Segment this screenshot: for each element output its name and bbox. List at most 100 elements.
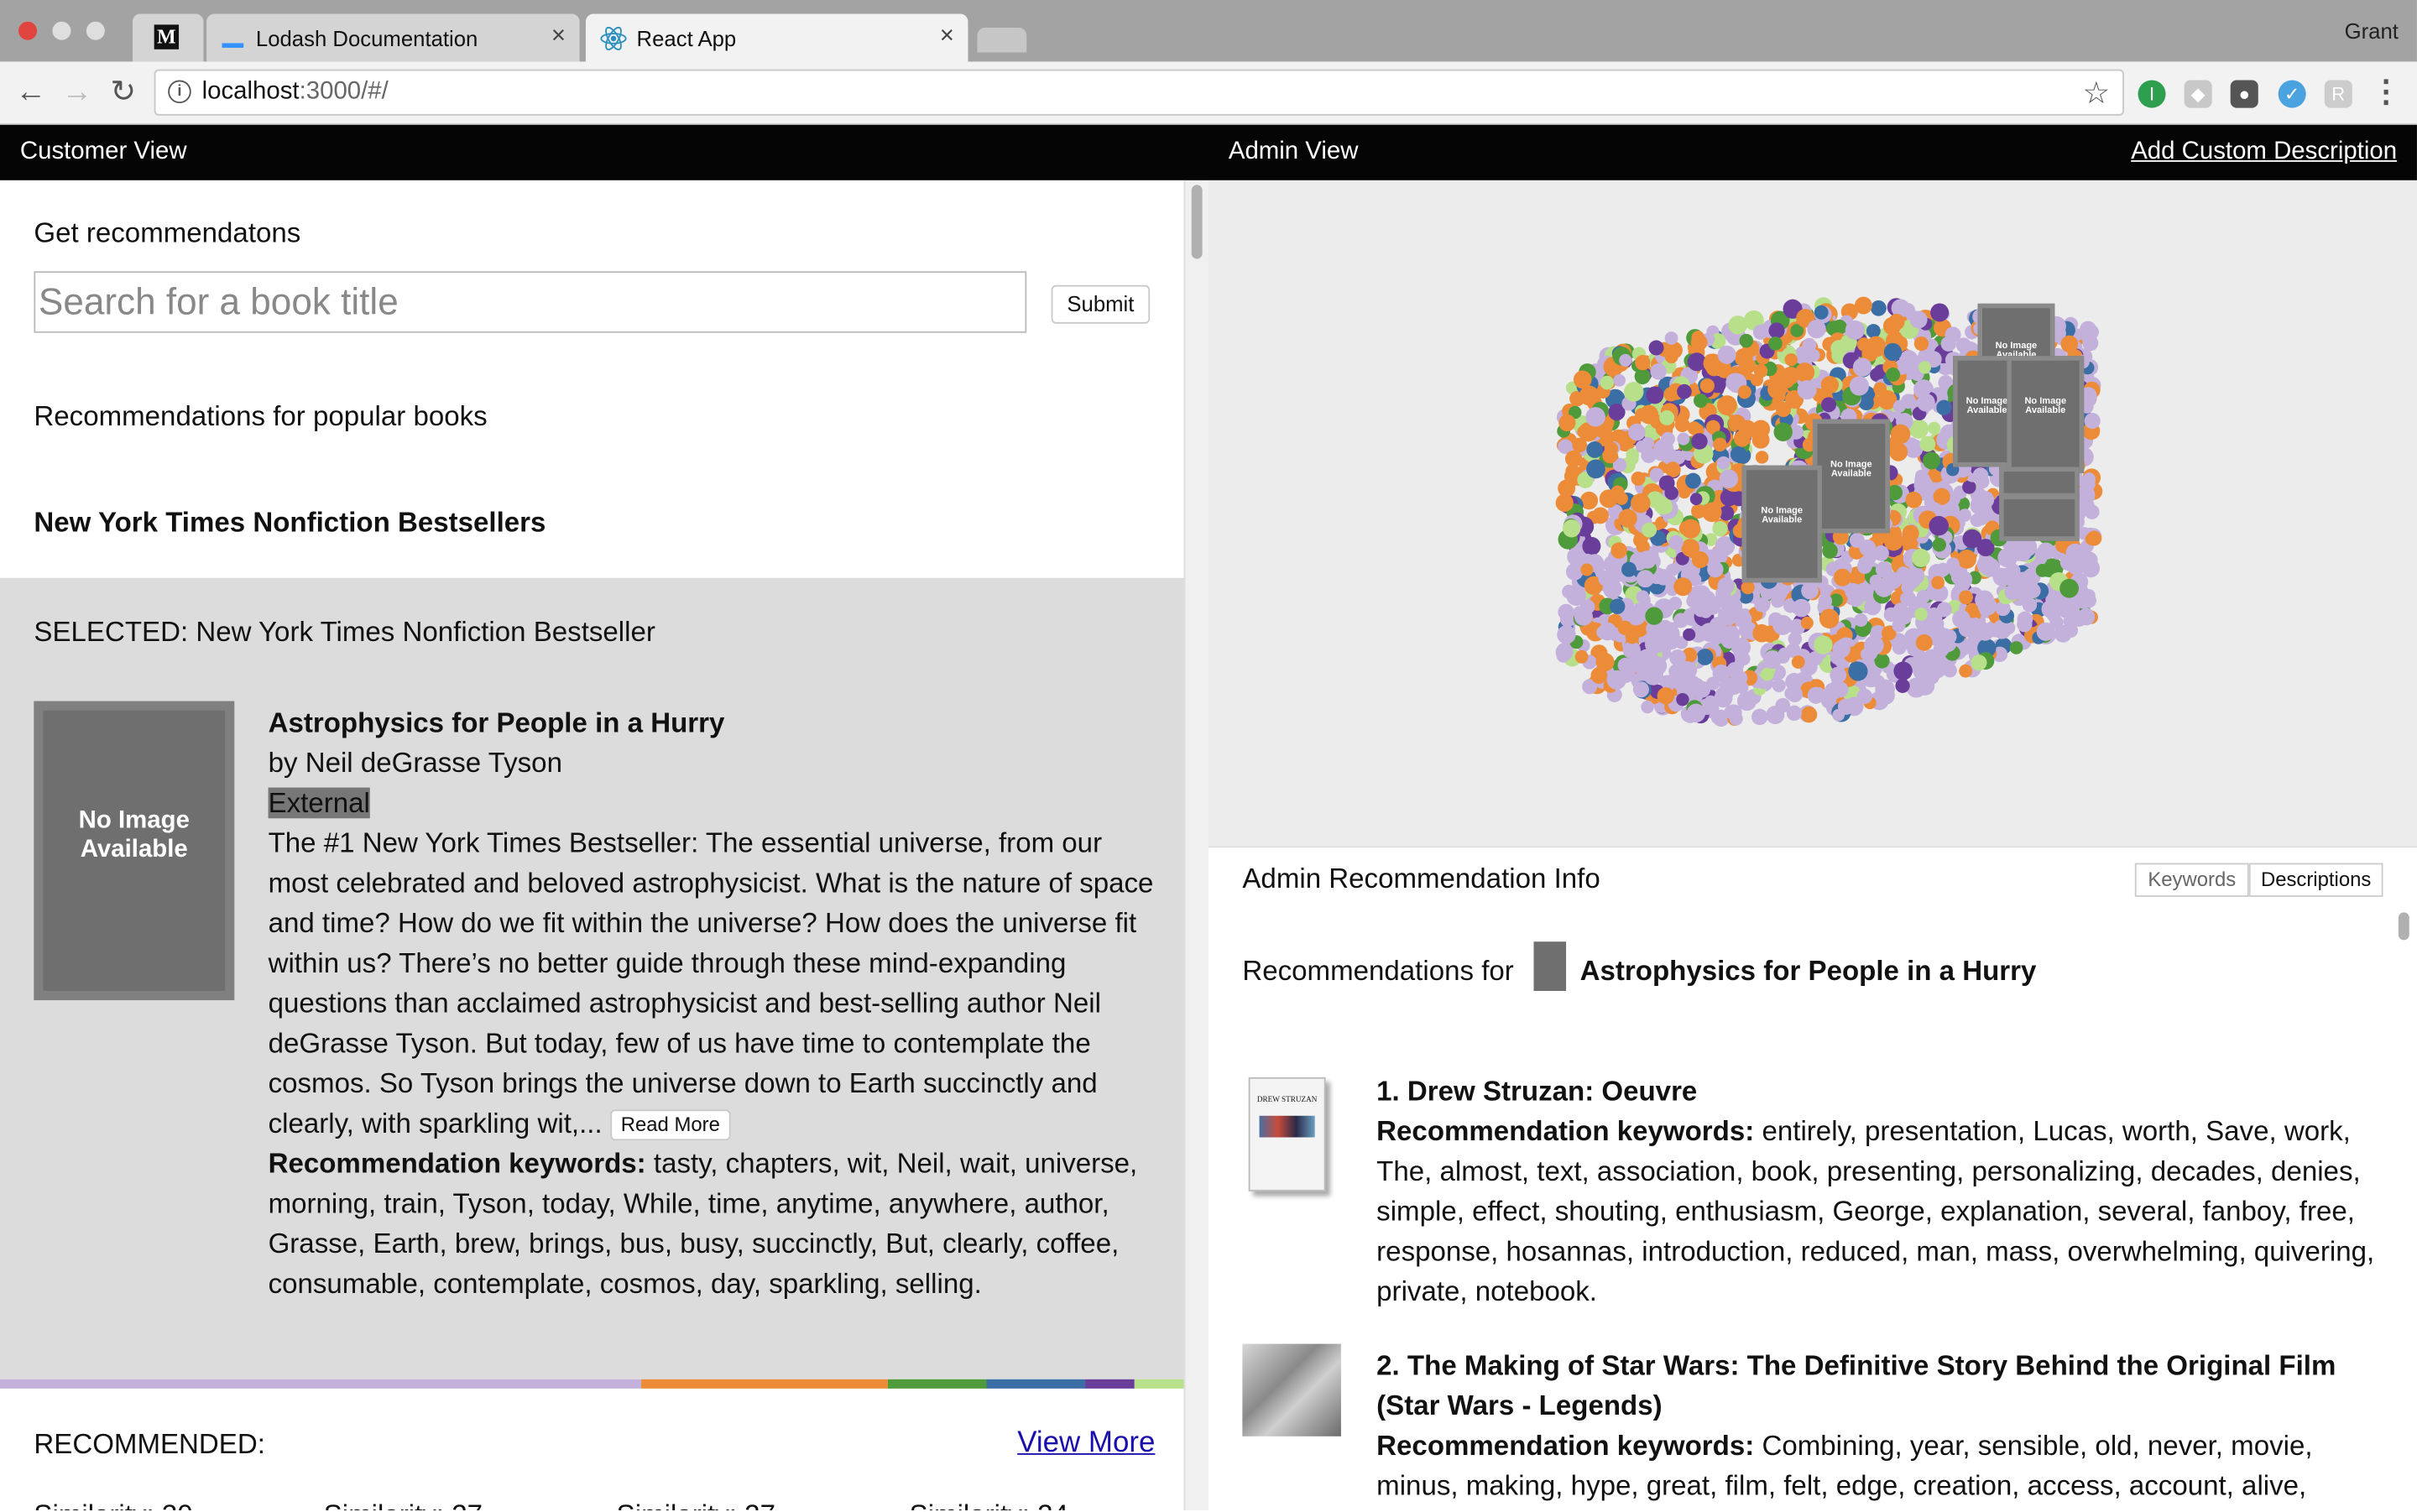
scatter-point[interactable] [1830,666,1847,684]
scatter-point[interactable] [2086,530,2102,546]
scatter-point[interactable] [1717,345,1736,364]
scatter-point[interactable] [1786,705,1803,722]
scatter-point[interactable] [1797,380,1817,400]
info-icon[interactable]: i [168,80,191,104]
scatter-point[interactable] [1693,394,1708,408]
scrollbar-thumb[interactable] [1191,185,1203,259]
scatter-point[interactable] [1643,665,1663,686]
admin-view-link[interactable]: Admin View [1229,138,1359,166]
scatter-point[interactable] [1856,558,1872,574]
scatter-point[interactable] [1715,686,1731,702]
scatter-point[interactable] [1716,456,1731,470]
external-link[interactable]: External [268,787,370,819]
back-icon[interactable]: ← [13,74,50,111]
scatter-point[interactable] [1915,633,1933,651]
scatter-point[interactable] [1736,680,1749,694]
scatter-point[interactable] [1728,315,1747,335]
scatter-point[interactable] [1619,353,1632,367]
scatter-point[interactable] [1832,681,1849,698]
scatter-point[interactable] [1788,632,1803,646]
scatter-point[interactable] [1811,686,1826,701]
scatter-point[interactable] [1773,422,1793,442]
scatter-point[interactable] [1913,649,1928,665]
scatter-point[interactable] [1814,635,1833,654]
scatter-point[interactable] [2025,583,2041,599]
making-of-star-wars-cover[interactable] [1242,1343,1341,1436]
scatter-point[interactable] [1892,640,1907,655]
scatter-point[interactable] [1892,607,1908,624]
scatter-point[interactable] [1971,654,1987,671]
scatter-point[interactable] [1807,319,1826,339]
scatter-point[interactable] [1677,432,1690,446]
scatter-point[interactable] [1819,608,1840,629]
scatter-point[interactable] [1641,447,1657,463]
scatter-point[interactable] [1582,536,1601,555]
scatter-point[interactable] [1888,313,1905,331]
scatter-point[interactable] [1613,373,1626,387]
scatter-point[interactable] [1776,402,1792,418]
scatter-point[interactable] [1726,662,1744,679]
scatter-point[interactable] [1628,423,1646,441]
scatter-point[interactable] [1917,393,1935,412]
scatter-point[interactable] [1902,524,1919,542]
scatter-point[interactable] [1730,446,1747,463]
scatter-point[interactable] [1555,493,1574,512]
scatter-point[interactable] [1786,686,1804,702]
scatter-point[interactable] [1650,363,1667,380]
viz-cover-placeholder[interactable] [1999,494,2080,541]
close-tab-icon[interactable]: × [551,23,566,51]
scatter-point[interactable] [1573,370,1592,389]
scatter-point[interactable] [1610,598,1626,614]
scatter-point[interactable] [1752,623,1772,643]
scatter-point[interactable] [1905,491,1923,508]
scatter-point[interactable] [1886,368,1901,382]
scatter-point[interactable] [1669,649,1686,666]
scatter-point[interactable] [1918,361,1932,374]
scatter-point[interactable] [1562,584,1576,599]
scatter-point[interactable] [1778,647,1792,661]
scatter-point[interactable] [1699,623,1720,642]
scatter-point[interactable] [1586,459,1605,479]
browser-menu-icon[interactable]: ⋮ [2367,74,2404,111]
minimize-window-icon[interactable] [52,21,71,40]
scatter-point[interactable] [1784,352,1798,367]
scatter-point[interactable] [1889,442,1908,461]
extension-camera-icon[interactable]: ● [2230,80,2258,108]
scatter-point[interactable] [1664,350,1678,364]
add-custom-description-link[interactable]: Add Custom Description [2131,138,2397,166]
read-more-button[interactable]: Read More [609,1109,731,1141]
scatter-point[interactable] [1772,678,1786,693]
scatter-point[interactable] [1572,437,1588,453]
scatter-point[interactable] [2036,622,2055,641]
scatter-point[interactable] [1722,612,1736,626]
scatter-point[interactable] [1691,433,1708,450]
scatter-point[interactable] [1932,538,1947,552]
keywords-toggle-button[interactable]: Keywords [2134,863,2249,897]
scatter-point[interactable] [1610,485,1625,500]
scatter-point[interactable] [1687,352,1706,372]
scatter-point[interactable] [2084,413,2101,430]
scatter-point[interactable] [1760,667,1774,681]
scatter-point[interactable] [1800,616,1814,629]
scatter-point[interactable] [1845,320,1865,340]
profile-name[interactable]: Grant [2345,18,2399,43]
scatter-point[interactable] [1848,592,1864,607]
scatter-point[interactable] [1959,664,1973,678]
scatter-point[interactable] [1702,502,1722,523]
scatter-point[interactable] [1604,441,1619,456]
scatter-point[interactable] [1699,378,1715,394]
scatter-point[interactable] [1752,324,1768,340]
scatter-point[interactable] [1734,348,1753,368]
scatter-point[interactable] [1869,574,1882,587]
scatter-point[interactable] [1635,354,1651,371]
rec-title[interactable]: 1. Drew Struzan: Oeuvre [1376,1071,2378,1112]
scatter-point[interactable] [1658,475,1675,492]
scatter-point[interactable] [1928,421,1941,435]
scatter-point[interactable] [1818,594,1833,608]
scatter-point[interactable] [1945,326,1961,343]
scatter-point[interactable] [1941,628,1957,645]
scatter-point[interactable] [1972,467,1989,483]
scatter-point[interactable] [1664,622,1678,636]
scatter-point[interactable] [1719,469,1739,488]
scatter-point[interactable] [1911,548,1930,567]
